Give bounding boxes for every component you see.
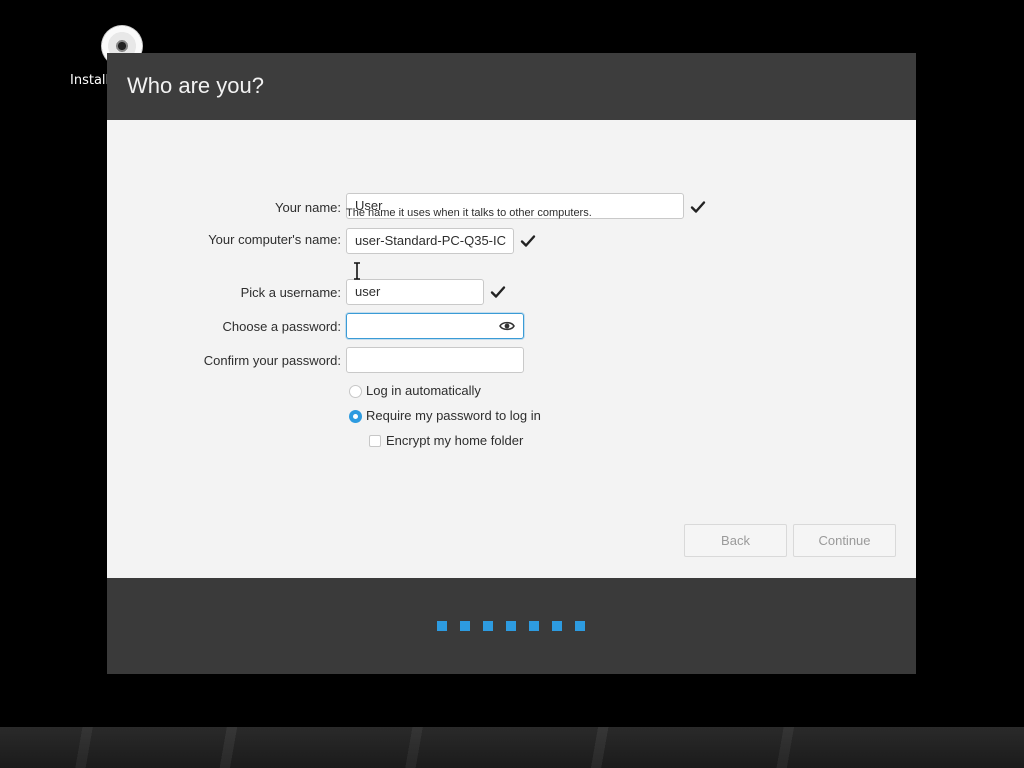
encrypt-home-checkbox[interactable]: [369, 435, 381, 447]
installer-window: Who are you? Your name: User Your comput…: [107, 53, 916, 674]
eye-icon[interactable]: [499, 319, 515, 333]
computer-name-hint: The name it uses when it talks to other …: [346, 207, 592, 219]
progress-step: [575, 621, 585, 631]
checkmark-icon: [520, 235, 536, 247]
progress-step: [552, 621, 562, 631]
wallpaper-strip: [0, 727, 1024, 768]
confirm-password-label: Confirm your password:: [203, 353, 341, 368]
password-field[interactable]: [346, 313, 524, 339]
your-name-label: Your name:: [274, 200, 341, 215]
who-are-you-form: Your name: User Your computer's name: us…: [107, 120, 916, 578]
back-button[interactable]: Back: [684, 524, 787, 557]
computer-name-field[interactable]: user-Standard-PC-Q35-IC: [346, 228, 514, 254]
require-password-label[interactable]: Require my password to log in: [366, 408, 541, 423]
password-label: Choose a password:: [222, 319, 341, 334]
log-in-automatically-label[interactable]: Log in automatically: [366, 383, 481, 398]
text-cursor-icon: [354, 262, 360, 280]
checkmark-icon: [690, 201, 706, 213]
installer-footer: [107, 578, 916, 674]
desktop: Install Who are you? Your name: User You…: [0, 0, 1024, 768]
log-in-automatically-radio[interactable]: [349, 385, 362, 398]
confirm-password-field[interactable]: [346, 347, 524, 373]
computer-name-label: Your computer's name:: [208, 232, 341, 247]
progress-step: [437, 621, 447, 631]
window-header: Who are you?: [107, 53, 916, 120]
progress-step: [460, 621, 470, 631]
encrypt-home-label[interactable]: Encrypt my home folder: [386, 433, 523, 448]
username-field[interactable]: user: [346, 279, 484, 305]
progress-step: [529, 621, 539, 631]
progress-step: [483, 621, 493, 631]
page-title: Who are you?: [127, 73, 264, 98]
require-password-radio[interactable]: [349, 410, 362, 423]
username-label: Pick a username:: [240, 285, 341, 300]
progress-step: [506, 621, 516, 631]
desktop-icon-label: Install: [70, 73, 110, 88]
continue-button[interactable]: Continue: [793, 524, 896, 557]
checkmark-icon: [490, 286, 506, 298]
